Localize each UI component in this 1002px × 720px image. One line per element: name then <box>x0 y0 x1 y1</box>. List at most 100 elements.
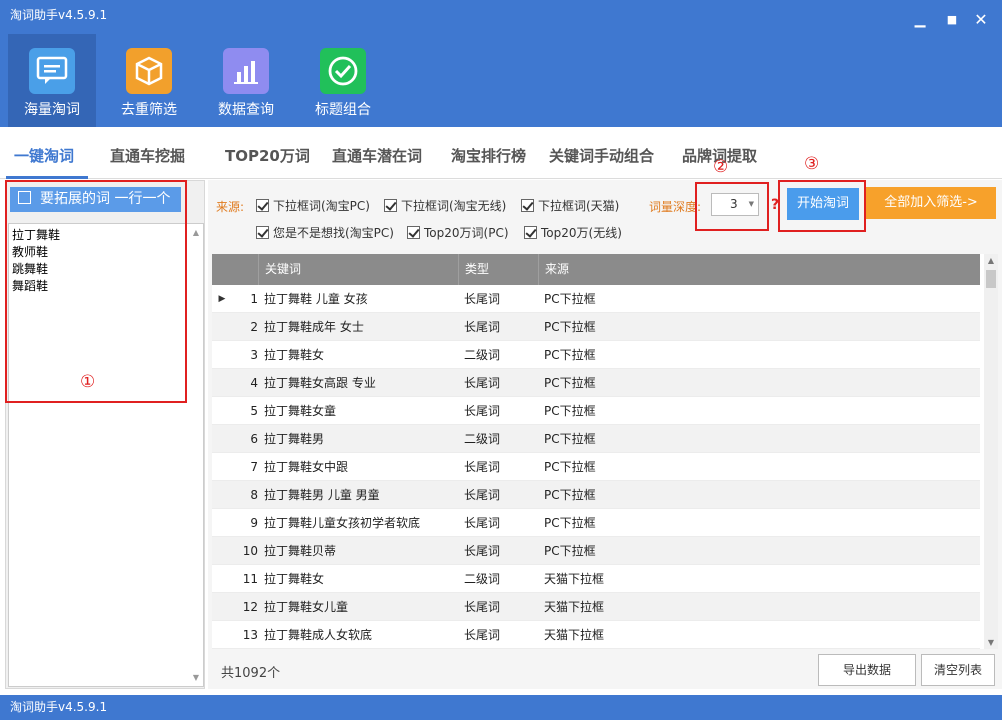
source-cell: 天猫下拉框 <box>544 572 605 586</box>
column-header-source[interactable]: 来源 <box>538 254 980 285</box>
row-index: 12 <box>242 600 258 614</box>
tab-ztc-potential[interactable]: 直通车潜在词 <box>332 145 422 166</box>
keyword-cell: 拉丁舞鞋成年 女士 <box>264 320 364 334</box>
tab-manual-combo[interactable]: 关键词手动组合 <box>549 145 654 166</box>
keyword-cell: 拉丁舞鞋成人女软底 <box>264 628 373 642</box>
checkbox-label: Top20万词(PC) <box>424 226 509 240</box>
checkbox-top20w-wireless[interactable]: Top20万(无线) <box>524 224 622 241</box>
type-cell: 二级词 <box>464 432 501 446</box>
source-cell: PC下拉框 <box>544 460 596 474</box>
annotation-number-1: ① <box>80 372 96 392</box>
table-row[interactable]: 10 拉丁舞鞋贝蒂 长尾词 PC下拉框 <box>212 537 980 565</box>
source-cell: PC下拉框 <box>544 432 596 446</box>
source-cell: PC下拉框 <box>544 376 596 390</box>
row-index: 9 <box>250 516 258 530</box>
table-row[interactable]: 9 拉丁舞鞋儿童女孩初学者软底 长尾词 PC下拉框 <box>212 509 980 537</box>
keyword-cell: 拉丁舞鞋贝蒂 <box>264 544 337 558</box>
source-cell: PC下拉框 <box>544 544 596 558</box>
keyword-scrollbar[interactable]: ▲ ▼ <box>189 224 203 686</box>
table-row[interactable]: 11 拉丁舞鞋女 二级词 天猫下拉框 <box>212 565 980 593</box>
table-row[interactable]: 2 拉丁舞鞋成年 女士 长尾词 PC下拉框 <box>212 313 980 341</box>
row-pointer-icon: ▶ <box>218 294 226 304</box>
table-row[interactable]: 5 拉丁舞鞋女童 长尾词 PC下拉框 <box>212 397 980 425</box>
scrollbar-thumb[interactable] <box>986 270 996 288</box>
source-cell: PC下拉框 <box>544 320 596 334</box>
window-title: 淘词助手v4.5.9.1 <box>10 8 108 22</box>
table-scrollbar[interactable]: ▲ ▼ <box>984 254 998 649</box>
nav-item-title-combo[interactable]: 标题组合 <box>298 34 388 127</box>
table-row[interactable]: 7 拉丁舞鞋女中跟 长尾词 PC下拉框 <box>212 453 980 481</box>
nav-label: 标题组合 <box>315 102 371 118</box>
add-all-to-filter-button[interactable]: 全部加入筛选-> <box>866 187 996 219</box>
type-cell: 长尾词 <box>464 320 501 334</box>
checkbox-dropdown-tmall[interactable]: 下拉框词(天猫) <box>521 197 619 214</box>
checkbox-checked-icon <box>384 199 397 212</box>
tab-taobao-rank[interactable]: 淘宝排行榜 <box>451 145 526 166</box>
scroll-down-icon[interactable]: ▼ <box>191 673 201 682</box>
close-button[interactable]: ✕ <box>971 10 991 30</box>
table-row[interactable]: ▶ 1 拉丁舞鞋 儿童 女孩 长尾词 PC下拉框 <box>212 285 980 313</box>
cube-icon <box>126 48 172 94</box>
table-row[interactable]: 4 拉丁舞鞋女高跟 专业 长尾词 PC下拉框 <box>212 369 980 397</box>
checkbox-top20w-pc[interactable]: Top20万词(PC) <box>407 224 509 241</box>
table-header: 关键词 类型 来源 <box>212 254 980 285</box>
chat-icon <box>29 48 75 94</box>
table-row[interactable]: 13 拉丁舞鞋成人女软底 长尾词 天猫下拉框 <box>212 621 980 649</box>
checkbox-label: Top20万(无线) <box>541 226 622 240</box>
table-row[interactable]: 3 拉丁舞鞋女 二级词 PC下拉框 <box>212 341 980 369</box>
nav-item-data-query[interactable]: 数据查询 <box>201 34 291 127</box>
nav-item-massive-search[interactable]: 海量淘词 <box>8 34 96 127</box>
clear-list-button[interactable]: 清空列表 <box>921 654 995 686</box>
column-header-keyword[interactable]: 关键词 <box>258 254 458 285</box>
scroll-up-icon[interactable]: ▲ <box>984 256 998 265</box>
row-header-cell <box>212 313 232 341</box>
minimize-button[interactable]: ▁ <box>910 10 930 30</box>
export-data-button[interactable]: 导出数据 <box>818 654 916 686</box>
checkbox-checked-icon <box>256 226 269 239</box>
table-row[interactable]: 6 拉丁舞鞋男 二级词 PC下拉框 <box>212 425 980 453</box>
keyword-cell: 拉丁舞鞋女 <box>264 348 325 362</box>
row-index: 5 <box>250 404 258 418</box>
nav-item-dedupe-filter[interactable]: 去重筛选 <box>104 34 194 127</box>
checkbox-dropdown-taobao-pc[interactable]: 下拉框词(淘宝PC) <box>256 197 370 214</box>
bar-chart-icon <box>223 48 269 94</box>
row-index: 2 <box>250 320 258 334</box>
row-index: 7 <box>250 460 258 474</box>
title-bar: 淘词助手v4.5.9.1 ▁ ■ ✕ 海量淘词 去重筛选 数据查询 标题组合 <box>0 0 1002 127</box>
nav-label: 海量淘词 <box>24 102 80 118</box>
type-cell: 长尾词 <box>464 488 501 502</box>
row-index: 10 <box>242 544 258 558</box>
status-bar: 淘词助手v4.5.9.1 <box>0 695 1002 720</box>
keyword-cell: 拉丁舞鞋女童 <box>264 404 337 418</box>
tab-top20w[interactable]: TOP20万词 <box>225 145 310 166</box>
source-cell: 天猫下拉框 <box>544 628 605 642</box>
keyword-cell: 拉丁舞鞋 儿童 女孩 <box>264 292 368 306</box>
scroll-down-icon[interactable]: ▼ <box>984 638 998 647</box>
row-header-cell <box>212 453 232 481</box>
row-header-cell <box>212 425 232 453</box>
table-row[interactable]: 8 拉丁舞鞋男 儿童 男童 长尾词 PC下拉框 <box>212 481 980 509</box>
keyword-cell: 拉丁舞鞋女 <box>264 572 325 586</box>
app-window: 淘词助手v4.5.9.1 ▁ ■ ✕ 海量淘词 去重筛选 数据查询 标题组合 一… <box>0 0 1002 720</box>
results-panel: 来源: 下拉框词(淘宝PC) 下拉框词(淘宝无线) 下拉框词(天猫) 您是不是想… <box>208 180 1002 689</box>
scroll-up-icon[interactable]: ▲ <box>191 228 201 237</box>
tab-one-click[interactable]: 一键淘词 <box>14 145 74 166</box>
checkbox-did-you-mean[interactable]: 您是不是想找(淘宝PC) <box>256 224 394 241</box>
maximize-button[interactable]: ■ <box>942 10 962 30</box>
tab-ztc-mining[interactable]: 直通车挖掘 <box>110 145 185 166</box>
column-header-type[interactable]: 类型 <box>458 254 538 285</box>
table-row[interactable]: 12 拉丁舞鞋女儿童 长尾词 天猫下拉框 <box>212 593 980 621</box>
annotation-number-2: ② <box>713 157 729 177</box>
checkbox-dropdown-taobao-wireless[interactable]: 下拉框词(淘宝无线) <box>384 197 506 214</box>
keyword-cell: 拉丁舞鞋儿童女孩初学者软底 <box>264 516 421 530</box>
annotation-box-2 <box>695 182 769 231</box>
checkbox-label: 下拉框词(淘宝无线) <box>401 199 507 213</box>
source-label: 来源: <box>216 200 245 214</box>
checkbox-checked-icon <box>524 226 537 239</box>
row-index: 4 <box>250 376 258 390</box>
checkbox-label: 下拉框词(淘宝PC) <box>273 199 370 213</box>
checkbox-label: 您是不是想找(淘宝PC) <box>273 226 394 240</box>
table-body: ▶ 1 拉丁舞鞋 儿童 女孩 长尾词 PC下拉框 2 拉丁舞鞋成年 女士 长尾词 PC下拉框 3 拉… <box>212 285 980 649</box>
keyword-cell: 拉丁舞鞋女儿童 <box>264 600 349 614</box>
type-cell: 二级词 <box>464 572 501 586</box>
